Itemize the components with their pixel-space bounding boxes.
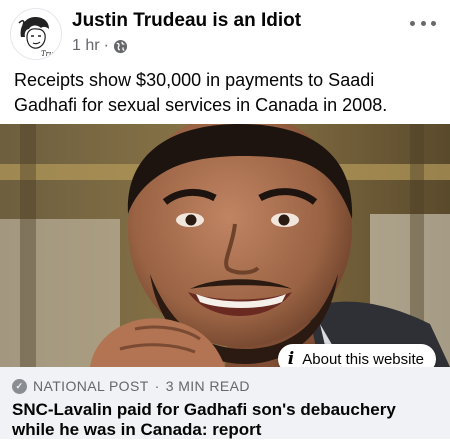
facebook-post: Trudo Justin Trudeau is an Idiot 1 hr · … — [0, 0, 450, 439]
about-this-website-label: About this website — [302, 350, 424, 368]
avatar-caricature-icon: Trudo — [11, 9, 61, 59]
avatar-caption: Trudo — [41, 50, 61, 58]
portrait-photo — [0, 124, 450, 367]
read-time: 3 MIN READ — [165, 378, 250, 394]
post-meta: 1 hr · — [72, 37, 128, 55]
source-separator: · — [154, 378, 160, 394]
info-icon: i — [287, 349, 295, 369]
source-line: ✓ NATIONAL POST · 3 MIN READ — [12, 378, 250, 394]
link-preview-footer[interactable]: ✓ NATIONAL POST · 3 MIN READ SNC-Lavalin… — [0, 367, 450, 439]
page-avatar[interactable]: Trudo — [10, 8, 62, 60]
meta-separator: · — [103, 37, 109, 54]
post-header: Trudo Justin Trudeau is an Idiot 1 hr · — [0, 0, 450, 64]
source-name: NATIONAL POST — [33, 378, 149, 394]
news-source-icon: ✓ — [12, 378, 27, 394]
link-title[interactable]: SNC-Lavalin paid for Gadhafi son's debau… — [12, 400, 440, 440]
page-name-link[interactable]: Justin Trudeau is an Idiot — [72, 10, 301, 32]
post-text: Receipts show $30,000 in payments to Saa… — [14, 70, 388, 115]
globe-icon — [113, 39, 127, 53]
more-options-icon[interactable] — [410, 16, 436, 30]
post-timestamp[interactable]: 1 hr — [72, 37, 100, 55]
link-preview-image[interactable] — [0, 124, 450, 367]
